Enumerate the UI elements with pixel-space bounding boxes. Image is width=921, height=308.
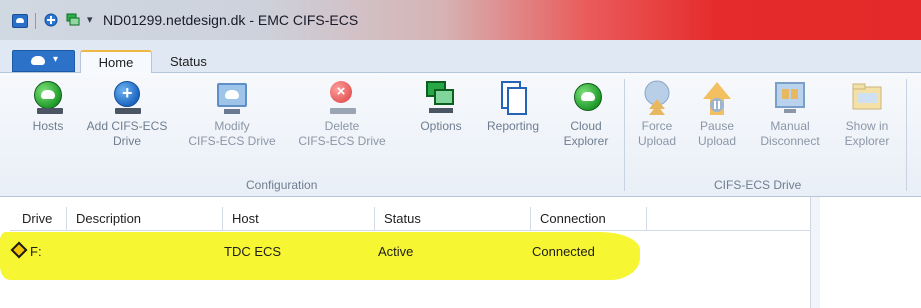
quick-access-dropdown[interactable]: ▾ [87,13,93,26]
pause-upload-icon [699,79,735,117]
ribbon-tab-bar: ▾ Home Status [0,40,921,74]
cell-host: TDC ECS [224,244,282,259]
force-upload-icon [639,79,675,117]
app-icon[interactable] [12,14,28,28]
hosts-icon [30,79,66,117]
options-icon [423,79,459,117]
column-header-host[interactable]: Host [232,211,259,226]
modify-drive-button[interactable]: Modify CIFS-ECS Drive [180,79,284,149]
pause-upload-button[interactable]: Pause Upload [690,79,744,149]
reporting-icon [495,79,531,117]
manual-disconnect-icon [772,79,808,117]
quick-access-options-icon[interactable] [65,12,81,28]
chevron-down-icon: ▾ [53,54,59,65]
folder-icon [849,79,885,117]
reporting-button[interactable]: Reporting [478,79,548,134]
pane-splitter[interactable] [810,197,820,308]
column-header-drive[interactable]: Drive [22,211,52,226]
ribbon-group-separator-end [906,79,907,191]
group-label-cifs-ecs-drive: CIFS-ECS Drive [714,178,802,192]
modify-drive-icon [214,79,250,117]
delete-drive-icon: × [324,79,360,117]
ribbon: Hosts + Add CIFS-ECS Drive Modify CIFS-E… [0,73,921,197]
tab-status[interactable]: Status [170,54,207,69]
cloud-explorer-icon [568,79,604,117]
window-title: ND01299.netdesign.dk - EMC CIFS-ECS [103,12,359,28]
title-bar: ▾ ND01299.netdesign.dk - EMC CIFS-ECS [0,0,921,40]
cell-drive: F: [30,244,42,259]
force-upload-button[interactable]: Force Upload [630,79,684,149]
tab-home[interactable]: Home [80,50,152,74]
quick-access-add-drive-icon[interactable] [43,12,59,28]
show-in-explorer-button[interactable]: Show in Explorer [834,79,900,149]
ribbon-group-separator [624,79,625,191]
cell-connection: Connected [532,244,595,259]
cell-status: Active [378,244,414,259]
title-separator [35,13,36,29]
group-label-configuration: Configuration [246,178,318,192]
manual-disconnect-button[interactable]: Manual Disconnect [752,79,828,149]
column-header-status[interactable]: Status [384,211,421,226]
add-drive-button[interactable]: + Add CIFS-ECS Drive [82,79,172,149]
delete-drive-button[interactable]: × Delete CIFS-ECS Drive [290,79,394,149]
cloud-icon [31,56,45,65]
table-header: Drive Description Host Status Connection [10,207,810,231]
add-drive-icon: + [109,79,145,117]
column-header-connection[interactable]: Connection [540,211,606,226]
file-menu-button[interactable]: ▾ [12,50,75,72]
hosts-button[interactable]: Hosts [26,79,70,134]
options-button[interactable]: Options [412,79,470,134]
column-header-description[interactable]: Description [76,211,141,226]
details-pane [820,197,921,308]
cloud-explorer-button[interactable]: Cloud Explorer [556,79,616,149]
